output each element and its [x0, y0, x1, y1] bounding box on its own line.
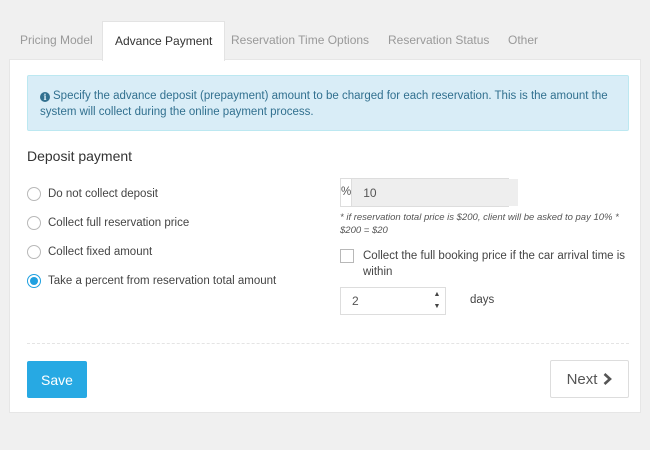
- radio-fixed-amount[interactable]: Collect fixed amount: [27, 245, 152, 259]
- info-alert: i Specify the advance deposit (prepayment…: [27, 75, 629, 131]
- info-text: Specify the advance deposit (prepayment)…: [40, 90, 608, 118]
- radio-no-deposit[interactable]: Do not collect deposit: [27, 187, 158, 201]
- stepper-buttons: ▲ ▼: [429, 288, 445, 314]
- full-price-label: Collect the full booking price if the ca…: [363, 250, 626, 278]
- info-circle-icon: i: [40, 92, 50, 102]
- section-title: Deposit payment: [27, 148, 133, 164]
- divider: [27, 343, 629, 344]
- radio-label: Do not collect deposit: [48, 188, 158, 200]
- radio-label: Collect fixed amount: [48, 246, 153, 258]
- days-label: days: [470, 294, 495, 306]
- advance-payment-panel: i Specify the advance deposit (prepayment…: [9, 59, 641, 413]
- chevron-up-icon[interactable]: ▲: [434, 289, 441, 301]
- radio-button[interactable]: [27, 187, 41, 201]
- tab-pricing-model[interactable]: Pricing Model: [8, 21, 105, 60]
- percent-input-group: %: [340, 178, 519, 207]
- tab-bar: Pricing Model Advance Payment Reservatio…: [0, 21, 650, 61]
- full-price-checkbox-row[interactable]: Collect the full booking price if the ca…: [340, 248, 630, 280]
- radio-full-price[interactable]: Collect full reservation price: [27, 216, 189, 230]
- radio-label: Collect full reservation price: [48, 217, 190, 229]
- tab-reservation-time-options[interactable]: Reservation Time Options: [219, 21, 381, 60]
- percent-input[interactable]: [352, 179, 519, 206]
- days-stepper: ▲ ▼: [340, 287, 446, 315]
- full-price-checkbox[interactable]: [340, 249, 354, 263]
- radio-button[interactable]: [27, 245, 41, 259]
- radio-button[interactable]: [27, 216, 41, 230]
- tab-other[interactable]: Other: [496, 21, 550, 60]
- radio-label: Take a percent from reservation total am…: [48, 275, 277, 287]
- next-label: Next: [566, 370, 598, 388]
- tab-advance-payment[interactable]: Advance Payment: [102, 21, 226, 61]
- next-button[interactable]: Next: [550, 360, 629, 398]
- tab-reservation-status[interactable]: Reservation Status: [376, 21, 501, 60]
- radio-percent-amount[interactable]: Take a percent from reservation total am…: [27, 274, 276, 288]
- percent-hint: * if reservation total price is $200, cl…: [340, 212, 619, 236]
- save-button[interactable]: Save: [27, 361, 87, 398]
- chevron-down-icon[interactable]: ▼: [434, 301, 441, 313]
- percent-addon: %: [341, 179, 353, 206]
- radio-button-checked[interactable]: [27, 274, 41, 288]
- days-input[interactable]: [341, 288, 429, 314]
- chevron-right-icon: [604, 373, 613, 385]
